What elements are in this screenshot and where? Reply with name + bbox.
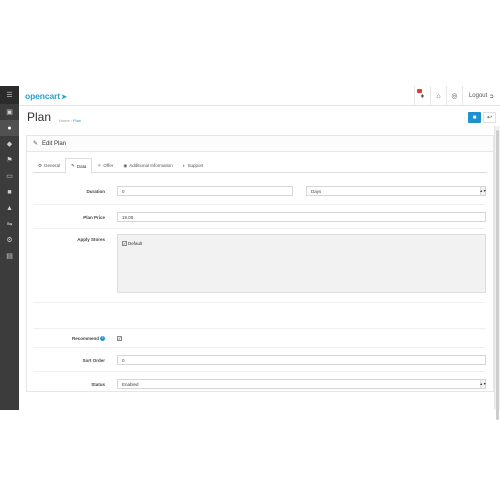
duration-input[interactable]: 0 [117, 186, 293, 196]
help-lifebuoy-icon[interactable]: ◎ [445, 86, 462, 106]
sidebar-item-extensions[interactable]: ⚑ [0, 152, 19, 168]
apply-stores-label: Apply Stores [77, 237, 105, 242]
top-header: opencart➤ ♦ ⌂ ◎ Logout ➲ [19, 86, 500, 106]
logout-link[interactable]: Logout ➲ [461, 86, 494, 106]
sidebar-toggle-icon[interactable]: ☰ [0, 86, 19, 104]
main-content: Plan Home›Plan ■ ↩ ✎ Edit Plan ⚙ General … [19, 106, 500, 420]
plan-price-input[interactable]: 19.00 [117, 212, 486, 222]
sort-order-input[interactable]: 0 [117, 355, 486, 365]
info-icon: ◉ [123, 162, 128, 168]
back-button[interactable]: ↩ [483, 112, 496, 123]
sidebar-item-marketing[interactable]: ⇋ [0, 216, 19, 232]
sidebar-item-sales[interactable]: ■ [0, 184, 19, 200]
breadcrumb: Home›Plan [59, 118, 82, 123]
form-row-apply-stores: Apply Stores ✓ Default [33, 229, 486, 303]
opencart-logo[interactable]: opencart➤ [25, 91, 67, 101]
breadcrumb-plan[interactable]: Plan [73, 118, 81, 123]
form-row-recommend: Recommend? ✓ [33, 328, 485, 348]
plan-price-label: Plan Price [83, 215, 105, 220]
tab-additional-information[interactable]: ◉ Additional Information [118, 158, 177, 173]
breadcrumb-home[interactable]: Home [59, 118, 70, 123]
store-default-label: Default [128, 241, 143, 246]
duration-label: Duration [86, 189, 106, 194]
edit-plan-panel: ✎ Edit Plan ⚙ General ✎ Data ⚛ Offer ◉ Addit… [26, 135, 494, 392]
gear-icon: ⚙ [38, 162, 43, 168]
sidebar-item-customers[interactable]: ▲ [0, 200, 19, 216]
sidebar-item-plans[interactable]: ● [0, 120, 19, 136]
duration-unit-select[interactable]: Days ▲▼ [306, 186, 486, 196]
scrollbar-thumb[interactable] [496, 130, 499, 420]
sidebar-item-dashboard[interactable]: ▣ [0, 104, 19, 120]
sidebar-item-system[interactable]: ⚙ [0, 232, 19, 248]
users-icon: ⚛ [97, 162, 102, 168]
scrollbar[interactable] [494, 126, 500, 420]
stores-list: ✓ Default [117, 234, 486, 293]
tab-offer[interactable]: ⚛ Offer [92, 158, 118, 173]
page-title: Plan [27, 110, 52, 124]
wrench-icon: ✎ [71, 163, 75, 168]
recommend-checkbox[interactable]: ✓ [117, 336, 122, 341]
form-row-sort-order: Sort Order 0 [33, 348, 486, 372]
sidebar-item-catalog[interactable]: ◆ [0, 136, 19, 152]
save-icon: ■ [472, 114, 477, 121]
form-row-status: Status Enabled ▲▼ [33, 372, 486, 396]
sort-order-label: Sort Order [82, 358, 105, 363]
chevron-down-icon: ▲▼ [479, 187, 487, 195]
cart-icon: ➤ [61, 94, 67, 101]
form-row-duration: Duration 0 Days ▲▼ [33, 178, 486, 205]
tab-general[interactable]: ⚙ General [33, 158, 65, 173]
notification-bell-icon[interactable]: ♦ [413, 86, 430, 106]
sidebar-item-design[interactable]: ▭ [0, 168, 19, 184]
status-label: Status [91, 382, 105, 387]
support-icon: ◐ [182, 163, 186, 168]
notification-badge [416, 89, 422, 93]
tab-bar: ⚙ General ✎ Data ⚛ Offer ◉ Additional Inform… [33, 158, 487, 174]
app-window: ☰ ▣ ● ◆ ⚑ ▭ ■ ▲ ⇋ ⚙ ▤ opencart➤ ♦ ⌂ ◎ Lo… [0, 86, 500, 420]
status-select[interactable]: Enabled ▲▼ [117, 379, 486, 389]
tab-data[interactable]: ✎ Data [65, 158, 93, 174]
home-icon[interactable]: ⌂ [429, 86, 446, 106]
sidebar: ☰ ▣ ● ◆ ⚑ ▭ ■ ▲ ⇋ ⚙ ▤ [0, 86, 19, 410]
store-default-checkbox[interactable]: ✓ [122, 241, 127, 246]
sidebar-item-reports[interactable]: ▤ [0, 248, 19, 264]
panel-title: Edit Plan [42, 140, 67, 147]
reply-icon: ↩ [486, 115, 493, 121]
recommend-label: Recommend? [71, 336, 105, 342]
help-icon[interactable]: ? [100, 336, 105, 342]
tab-support[interactable]: ◐ Support [178, 158, 208, 173]
form-row-plan-price: Plan Price 19.00 [33, 205, 486, 229]
chevron-down-icon: ▲▼ [479, 380, 487, 388]
panel-heading: ✎ Edit Plan [27, 136, 493, 152]
save-button[interactable]: ■ [468, 112, 481, 123]
pencil-icon: ✎ [33, 141, 39, 147]
